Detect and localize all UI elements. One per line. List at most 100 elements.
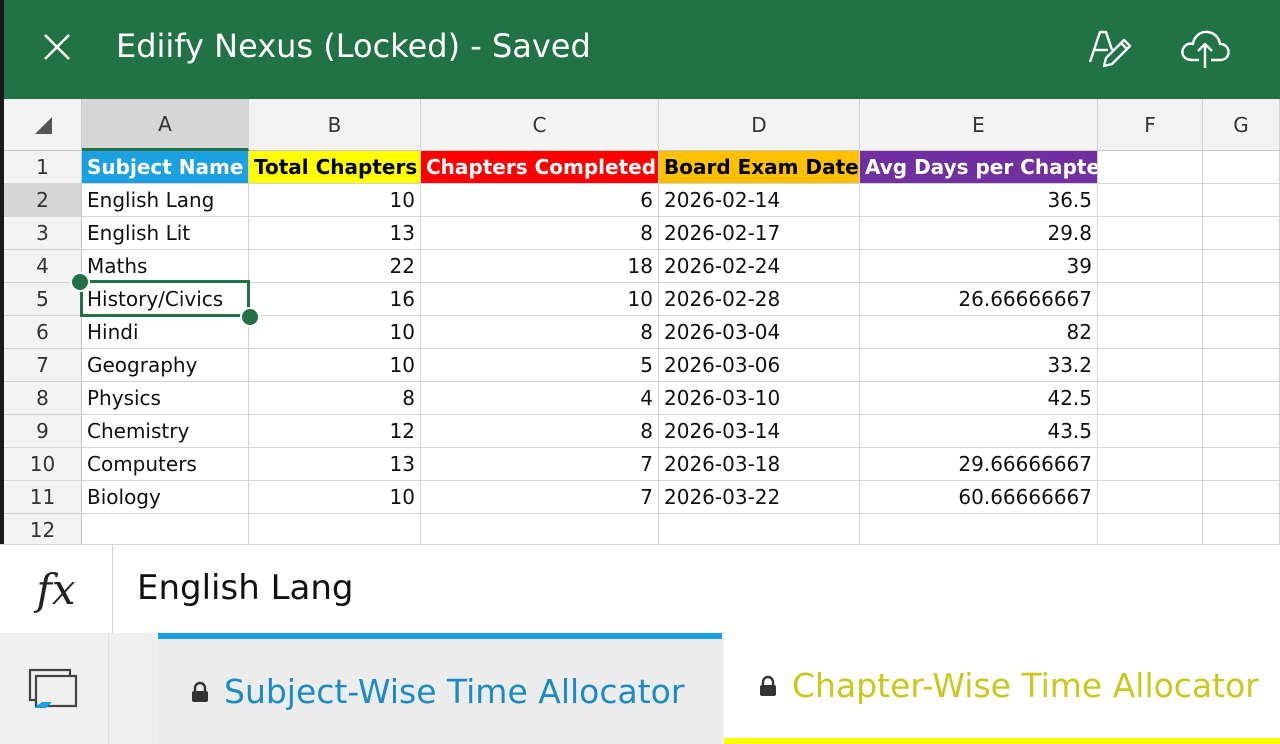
cell[interactable]: 39 bbox=[860, 250, 1098, 283]
cell[interactable] bbox=[1203, 151, 1280, 184]
cell[interactable]: 60.66666667 bbox=[860, 481, 1098, 514]
selection-handle-end[interactable] bbox=[240, 307, 260, 327]
column-header-b[interactable]: B bbox=[249, 99, 421, 151]
cell[interactable]: 2026-02-28 bbox=[659, 283, 860, 316]
row-header-5[interactable]: 5 bbox=[4, 283, 82, 316]
cell[interactable]: 6 bbox=[421, 184, 659, 217]
cell[interactable]: 36.5 bbox=[860, 184, 1098, 217]
cell[interactable] bbox=[1098, 283, 1203, 316]
cell[interactable]: Computers bbox=[82, 448, 249, 481]
cell[interactable]: Physics bbox=[82, 382, 249, 415]
cell[interactable]: 2026-03-14 bbox=[659, 415, 860, 448]
sheet-tab-subject-wise[interactable]: Subject-Wise Time Allocator bbox=[158, 633, 722, 744]
row-header-6[interactable]: 6 bbox=[4, 316, 82, 349]
cell[interactable]: 82 bbox=[860, 316, 1098, 349]
cell[interactable]: 10 bbox=[249, 184, 421, 217]
row-header-12[interactable]: 12 bbox=[4, 514, 82, 547]
cell[interactable]: 10 bbox=[249, 349, 421, 382]
cloud-upload-button[interactable] bbox=[1178, 26, 1232, 70]
cell[interactable]: Geography bbox=[82, 349, 249, 382]
column-header-c[interactable]: C bbox=[421, 99, 659, 151]
select-all-button[interactable] bbox=[4, 99, 82, 151]
cell[interactable] bbox=[82, 514, 249, 547]
cell[interactable]: 2026-03-10 bbox=[659, 382, 860, 415]
cell[interactable]: 2026-02-24 bbox=[659, 250, 860, 283]
row-header-11[interactable]: 11 bbox=[4, 481, 82, 514]
cell[interactable] bbox=[249, 514, 421, 547]
cell[interactable]: 13 bbox=[249, 448, 421, 481]
cell[interactable]: 10 bbox=[249, 481, 421, 514]
formula-input[interactable]: English Lang bbox=[137, 565, 353, 611]
cell[interactable] bbox=[659, 514, 860, 547]
cell[interactable] bbox=[1098, 184, 1203, 217]
fx-icon[interactable]: fx bbox=[0, 545, 113, 633]
cell[interactable]: Maths bbox=[82, 250, 249, 283]
selection-handle-start[interactable] bbox=[70, 272, 90, 292]
cell[interactable]: 5 bbox=[421, 349, 659, 382]
cell[interactable]: Hindi bbox=[82, 316, 249, 349]
header-cell[interactable]: Board Exam Date bbox=[659, 151, 860, 184]
cell[interactable]: 12 bbox=[249, 415, 421, 448]
row-header-2[interactable]: 2 bbox=[4, 184, 82, 217]
sheet-tab-chapter-wise[interactable]: Chapter-Wise Time Allocator bbox=[724, 633, 1280, 744]
cell[interactable]: 2026-03-22 bbox=[659, 481, 860, 514]
cell[interactable] bbox=[1098, 250, 1203, 283]
cell[interactable]: 18 bbox=[421, 250, 659, 283]
cell[interactable]: 13 bbox=[249, 217, 421, 250]
cell[interactable]: 29.8 bbox=[860, 217, 1098, 250]
column-header-f[interactable]: F bbox=[1098, 99, 1203, 151]
cell[interactable] bbox=[860, 514, 1098, 547]
cell[interactable]: 10 bbox=[249, 316, 421, 349]
cell[interactable]: 8 bbox=[421, 217, 659, 250]
cell[interactable]: 22 bbox=[249, 250, 421, 283]
cell[interactable]: 7 bbox=[421, 448, 659, 481]
header-cell[interactable]: Chapters Completed bbox=[421, 151, 659, 184]
cell[interactable] bbox=[1098, 481, 1203, 514]
row-header-3[interactable]: 3 bbox=[4, 217, 82, 250]
cell[interactable]: 33.2 bbox=[860, 349, 1098, 382]
cell[interactable]: History/Civics bbox=[82, 283, 249, 316]
cell[interactable] bbox=[1203, 349, 1280, 382]
cell[interactable] bbox=[1203, 481, 1280, 514]
cell[interactable] bbox=[1098, 448, 1203, 481]
cell[interactable] bbox=[1203, 415, 1280, 448]
header-cell[interactable]: Total Chapters bbox=[249, 151, 421, 184]
cell[interactable]: 8 bbox=[421, 316, 659, 349]
close-button[interactable] bbox=[40, 30, 74, 64]
cell[interactable] bbox=[1098, 514, 1203, 547]
cell[interactable]: 42.5 bbox=[860, 382, 1098, 415]
cell[interactable] bbox=[1203, 283, 1280, 316]
sheets-list-button[interactable] bbox=[0, 633, 109, 744]
cell[interactable] bbox=[1098, 349, 1203, 382]
cell[interactable]: 29.66666667 bbox=[860, 448, 1098, 481]
cell[interactable] bbox=[1098, 382, 1203, 415]
cell[interactable] bbox=[1098, 415, 1203, 448]
row-header-1[interactable]: 1 bbox=[4, 151, 82, 184]
cell[interactable]: English Lang bbox=[82, 184, 249, 217]
cell[interactable] bbox=[1203, 250, 1280, 283]
edit-button[interactable] bbox=[1084, 24, 1132, 72]
cell[interactable] bbox=[1203, 382, 1280, 415]
cell[interactable] bbox=[1098, 316, 1203, 349]
header-cell[interactable]: Avg Days per Chapter bbox=[860, 151, 1098, 184]
cell[interactable]: 43.5 bbox=[860, 415, 1098, 448]
cell[interactable] bbox=[421, 514, 659, 547]
cell[interactable] bbox=[1203, 184, 1280, 217]
column-header-d[interactable]: D bbox=[659, 99, 860, 151]
row-header-8[interactable]: 8 bbox=[4, 382, 82, 415]
row-header-7[interactable]: 7 bbox=[4, 349, 82, 382]
column-header-a[interactable]: A bbox=[82, 99, 249, 151]
cell[interactable]: 10 bbox=[421, 283, 659, 316]
cell[interactable] bbox=[1098, 151, 1203, 184]
cell[interactable]: 8 bbox=[249, 382, 421, 415]
column-header-g[interactable]: G bbox=[1203, 99, 1280, 151]
cell[interactable]: Biology bbox=[82, 481, 249, 514]
row-header-10[interactable]: 10 bbox=[4, 448, 82, 481]
cell[interactable]: 7 bbox=[421, 481, 659, 514]
cell[interactable]: Chemistry bbox=[82, 415, 249, 448]
cell[interactable]: 4 bbox=[421, 382, 659, 415]
cell[interactable] bbox=[1098, 217, 1203, 250]
cell[interactable] bbox=[1203, 217, 1280, 250]
cell[interactable] bbox=[1203, 448, 1280, 481]
cell[interactable] bbox=[1203, 514, 1280, 547]
